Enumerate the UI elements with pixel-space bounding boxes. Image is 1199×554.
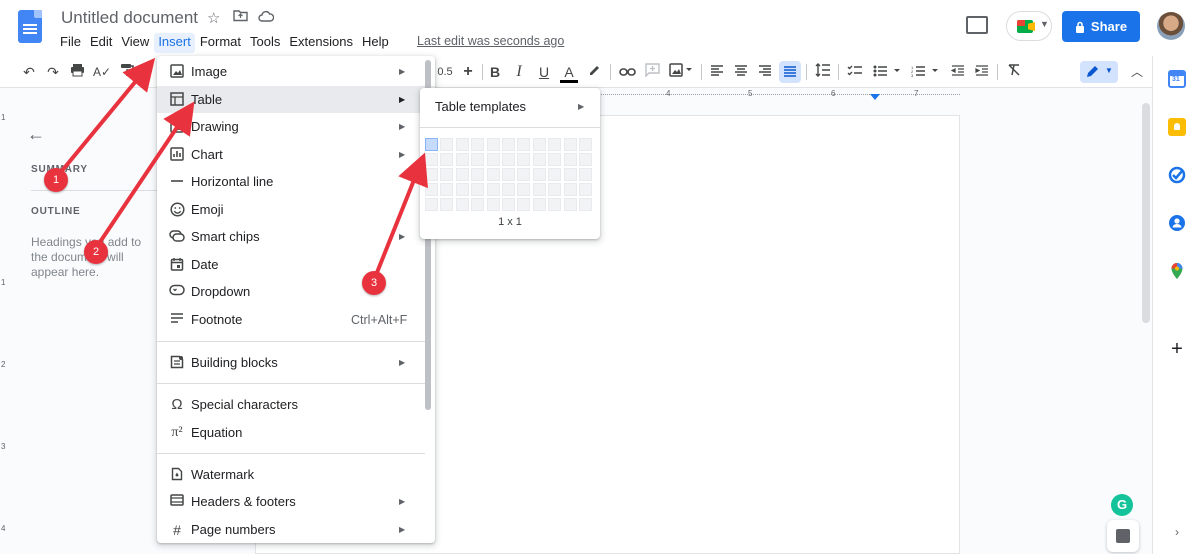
annotation-badge-3: 3 <box>362 271 386 295</box>
annotation-badge-1: 1 <box>44 168 68 192</box>
annotation-arrow-3 <box>372 152 428 281</box>
annotation-arrow-2 <box>94 101 195 250</box>
annotation-arrows <box>54 57 428 281</box>
annotation-arrow-1 <box>54 57 156 180</box>
annotation-badge-2: 2 <box>84 240 108 264</box>
